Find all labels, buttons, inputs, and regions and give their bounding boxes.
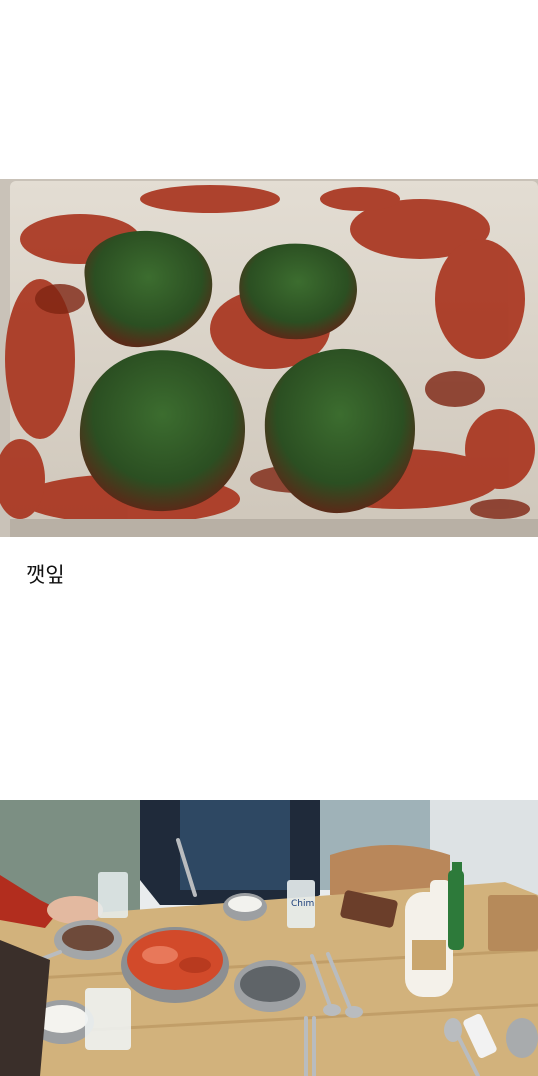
dinner-table-image: Chim [0,800,538,1076]
glass-label-text: Chim [291,899,314,909]
leaf-bundle-4 [264,348,415,514]
kimchi-tray-photo [0,179,538,537]
caption-text: 깻잎 [26,563,65,587]
kimchi-tray-image [0,179,538,537]
leaf-bundle-3 [79,350,245,512]
leaf-bundle-2 [239,243,357,340]
dinner-table-photo: Chim [0,800,538,1076]
